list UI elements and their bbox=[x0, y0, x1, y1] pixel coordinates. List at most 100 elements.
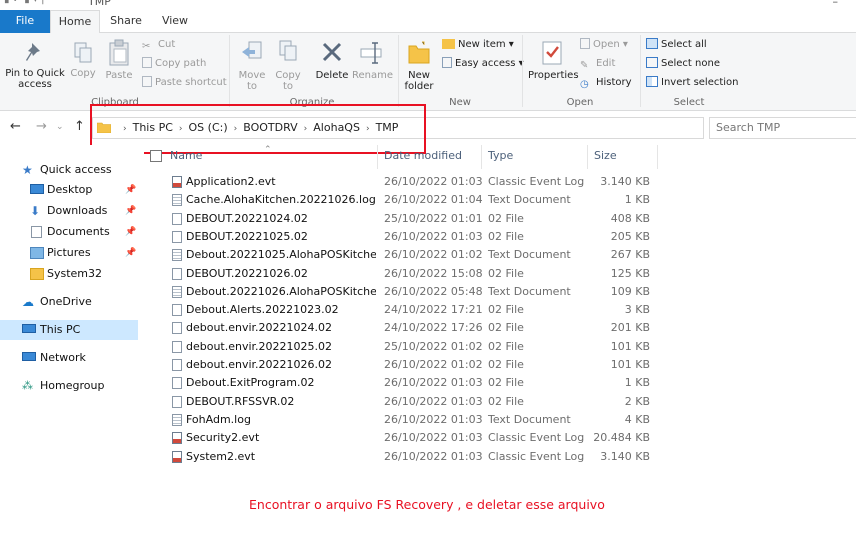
file-name: FohAdm.log bbox=[186, 412, 251, 426]
search-input[interactable]: Search TMP bbox=[709, 117, 856, 139]
move-to-button[interactable]: Move to bbox=[236, 39, 268, 92]
file-name: Debout.Alerts.20221023.02 bbox=[186, 303, 339, 317]
copy-label: Copy bbox=[70, 68, 96, 79]
pin-icon[interactable]: 📌 bbox=[125, 180, 136, 200]
rename-button[interactable]: Rename bbox=[352, 39, 393, 81]
document-icon bbox=[31, 226, 42, 238]
table-row[interactable]: debout.envir.20221024.02 24/10/2022 17:26… bbox=[146, 319, 856, 337]
easy-access-button[interactable]: Easy access ▾ bbox=[442, 55, 524, 73]
tab-home[interactable]: Home bbox=[50, 10, 100, 34]
table-row[interactable]: DEBOUT.20221026.02 26/10/2022 15:08 02 Fil… bbox=[146, 265, 856, 283]
delete-button[interactable]: Delete bbox=[314, 39, 350, 81]
edit-button[interactable]: ✎ Edit bbox=[580, 55, 615, 73]
nav-network[interactable]: Network bbox=[0, 348, 138, 368]
history-button[interactable]: ◷ History bbox=[580, 74, 632, 92]
quick-access-toolbar-icons[interactable]: ▮ ✓ ▮ ▾ | bbox=[4, 0, 45, 5]
copy-path-button[interactable]: Copy path bbox=[142, 55, 206, 73]
minimize-icon[interactable]: – bbox=[833, 0, 839, 8]
pin-icon[interactable]: 📌 bbox=[125, 222, 136, 242]
file-date: 24/10/2022 17:21 bbox=[384, 303, 483, 317]
select-all-checkbox[interactable] bbox=[150, 150, 162, 162]
column-header-size[interactable]: Size bbox=[588, 145, 658, 169]
file-type: 02 File bbox=[488, 321, 524, 335]
open-icon bbox=[580, 38, 590, 49]
table-row[interactable]: Debout.20221026.AlohaPOSKitchenInt... 26/… bbox=[146, 283, 856, 301]
nav-quick-access[interactable]: ★ Quick access bbox=[0, 160, 138, 180]
table-row[interactable]: DEBOUT.RFSSVR.02 26/10/2022 01:03 02 File 2… bbox=[146, 393, 856, 411]
tab-share[interactable]: Share bbox=[103, 10, 149, 33]
nav-downloads[interactable]: ⬇ Downloads 📌 bbox=[0, 201, 138, 221]
delete-x-icon bbox=[322, 42, 342, 62]
nav-system32[interactable]: System32 bbox=[0, 264, 138, 284]
table-row[interactable]: DEBOUT.20221025.02 26/10/2022 01:03 02 Fil… bbox=[146, 228, 856, 246]
invert-selection-button[interactable]: Invert selection bbox=[646, 74, 739, 92]
copy-path-icon bbox=[142, 57, 152, 68]
file-date: 26/10/2022 01:03 bbox=[384, 175, 483, 188]
instruction-note: Encontrar o arquivo FS Recovery , e dele… bbox=[249, 497, 605, 512]
nav-homegroup[interactable]: ⁂ Homegroup bbox=[0, 376, 138, 396]
properties-button[interactable]: Properties bbox=[528, 39, 579, 81]
nav-pictures[interactable]: Pictures 📌 bbox=[0, 243, 138, 263]
scissors-icon: ✂ bbox=[142, 41, 151, 52]
column-header-date[interactable]: Date modified bbox=[378, 145, 482, 169]
recent-locations-icon[interactable]: ⌄ bbox=[56, 122, 64, 132]
pin-to-quick-access-button[interactable]: Pin to Quick access bbox=[4, 41, 66, 90]
table-row[interactable]: Debout.Alerts.20221023.02 24/10/2022 17:2… bbox=[146, 301, 856, 319]
open-label: Open bbox=[593, 39, 620, 50]
table-row[interactable]: debout.envir.20221025.02 25/10/2022 01:02… bbox=[146, 338, 856, 356]
copy-to-button[interactable]: Copy to bbox=[272, 39, 304, 92]
cut-button[interactable]: ✂ Cut bbox=[142, 36, 175, 54]
pin-icon[interactable]: 📌 bbox=[125, 201, 136, 221]
file-type: Classic Event Log bbox=[488, 175, 585, 188]
paste-shortcut-button[interactable]: Paste shortcut bbox=[142, 74, 227, 92]
pin-icon bbox=[26, 43, 40, 61]
file-icon bbox=[172, 230, 182, 243]
new-item-button[interactable]: New item ▾ bbox=[442, 36, 514, 54]
file-type: 02 File bbox=[488, 266, 524, 280]
file-name: Application2.evt bbox=[186, 175, 276, 188]
file-type: Classic Event Log bbox=[488, 431, 585, 445]
table-row[interactable]: Security2.evt 26/10/2022 01:03 Classic Eve… bbox=[146, 429, 856, 447]
tab-view[interactable]: View bbox=[152, 10, 198, 33]
file-icon bbox=[172, 340, 182, 353]
history-icon: ◷ bbox=[580, 79, 589, 90]
file-size: 1 KB bbox=[624, 193, 650, 207]
table-row[interactable]: System2.evt 26/10/2022 01:03 Classic Event… bbox=[146, 448, 856, 466]
table-row[interactable]: Debout.20221025.AlohaPOSKitchenInt... 26/… bbox=[146, 246, 856, 264]
open-button[interactable]: Open ▾ bbox=[580, 36, 628, 54]
copy-button[interactable]: Copy bbox=[68, 41, 98, 79]
nav-this-pc[interactable]: This PC bbox=[0, 320, 138, 340]
select-all-button[interactable]: Select all bbox=[646, 36, 707, 54]
table-row[interactable]: DEBOUT.20221024.02 25/10/2022 01:01 02 Fil… bbox=[146, 210, 856, 228]
select-none-button[interactable]: Select none bbox=[646, 55, 720, 73]
up-icon[interactable]: ↑ bbox=[74, 119, 85, 134]
cloud-icon: ☁ bbox=[22, 295, 34, 309]
column-header-name[interactable]: Name ⌃ bbox=[146, 145, 378, 169]
new-folder-button[interactable]: New folder bbox=[402, 39, 436, 92]
nav-documents[interactable]: Documents 📌 bbox=[0, 222, 138, 242]
nav-pane-splitter[interactable] bbox=[138, 145, 144, 543]
select-group-label: Select bbox=[673, 97, 705, 108]
table-row[interactable]: debout.envir.20221026.02 26/10/2022 01:02… bbox=[146, 356, 856, 374]
nav-pictures-label: Pictures bbox=[47, 246, 91, 259]
copy-icon bbox=[74, 42, 92, 63]
back-icon[interactable]: ← bbox=[10, 119, 21, 134]
paste-button[interactable]: Paste bbox=[102, 39, 136, 81]
nav-documents-label: Documents bbox=[47, 225, 110, 238]
table-row[interactable]: Application2.evt 26/10/2022 01:03 Classic … bbox=[146, 173, 856, 191]
nav-onedrive[interactable]: ☁ OneDrive bbox=[0, 292, 138, 312]
forward-icon[interactable]: → bbox=[36, 119, 47, 134]
file-type: Text Document bbox=[488, 248, 571, 262]
table-row[interactable]: Cache.AlohaKitchen.20221026.log 26/10/202… bbox=[146, 191, 856, 209]
file-type: 02 File bbox=[488, 358, 524, 371]
table-row[interactable]: FohAdm.log 26/10/2022 01:03 Text Document 4… bbox=[146, 411, 856, 429]
tab-file[interactable]: File bbox=[0, 10, 50, 33]
column-header-type[interactable]: Type bbox=[482, 145, 588, 169]
rename-icon bbox=[360, 42, 382, 64]
nav-desktop[interactable]: Desktop 📌 bbox=[0, 180, 138, 200]
table-row[interactable]: Debout.ExitProgram.02 26/10/2022 01:03 02 … bbox=[146, 374, 856, 392]
file-type: 02 File bbox=[488, 339, 524, 353]
ribbon-divider bbox=[398, 35, 399, 107]
pin-icon[interactable]: 📌 bbox=[125, 243, 136, 263]
file-icon bbox=[172, 395, 182, 408]
